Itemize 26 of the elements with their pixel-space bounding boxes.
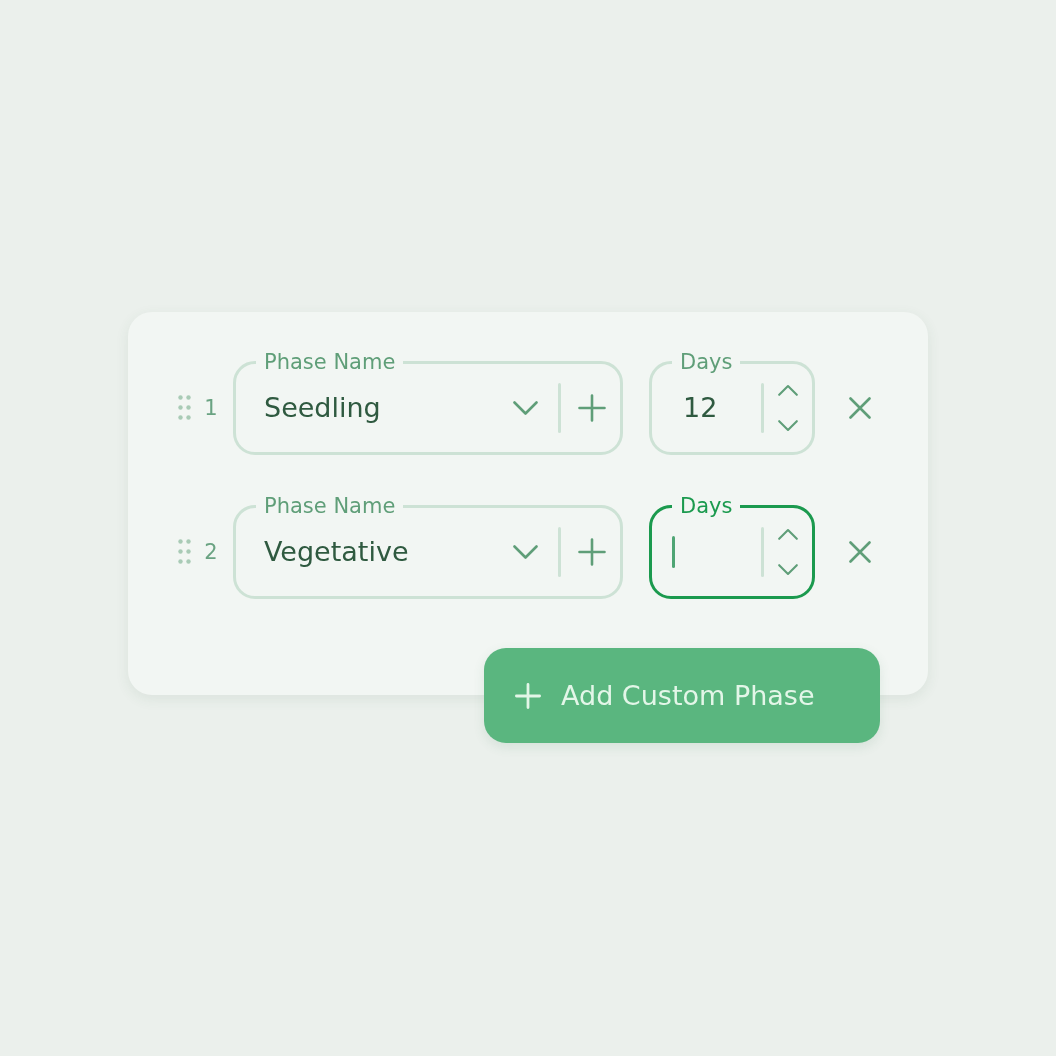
close-icon[interactable]: [849, 540, 871, 563]
field-label: Phase Name: [263, 350, 397, 374]
row-number: 1: [204, 395, 218, 420]
days-field[interactable]: Days 12: [649, 350, 815, 455]
chevron-down-icon[interactable]: [778, 564, 798, 576]
field-value: Vegetative: [264, 535, 410, 569]
chevron-down-icon[interactable]: [513, 400, 538, 416]
row-number: 2: [204, 539, 218, 564]
plus-icon[interactable]: [578, 394, 606, 422]
plus-icon: [515, 682, 541, 709]
chevron-up-icon[interactable]: [778, 528, 798, 540]
field-label: Days: [679, 494, 734, 518]
field-value: Seedling: [264, 391, 382, 425]
drag-handle-icon[interactable]: [178, 539, 191, 564]
plus-icon[interactable]: [578, 538, 606, 566]
chevron-up-icon[interactable]: [778, 384, 798, 396]
phase-name-field[interactable]: Phase Name Seedling: [233, 350, 623, 455]
chevron-down-icon[interactable]: [513, 544, 538, 560]
drag-handle-icon[interactable]: [178, 395, 191, 420]
field-value: 12: [683, 391, 718, 425]
text-cursor-icon: [672, 536, 675, 568]
phase-name-field[interactable]: Phase Name Vegetative: [233, 494, 623, 599]
close-icon[interactable]: [849, 396, 871, 419]
field-label: Phase Name: [263, 494, 397, 518]
field-label: Days: [679, 350, 734, 374]
chevron-down-icon[interactable]: [778, 420, 798, 432]
